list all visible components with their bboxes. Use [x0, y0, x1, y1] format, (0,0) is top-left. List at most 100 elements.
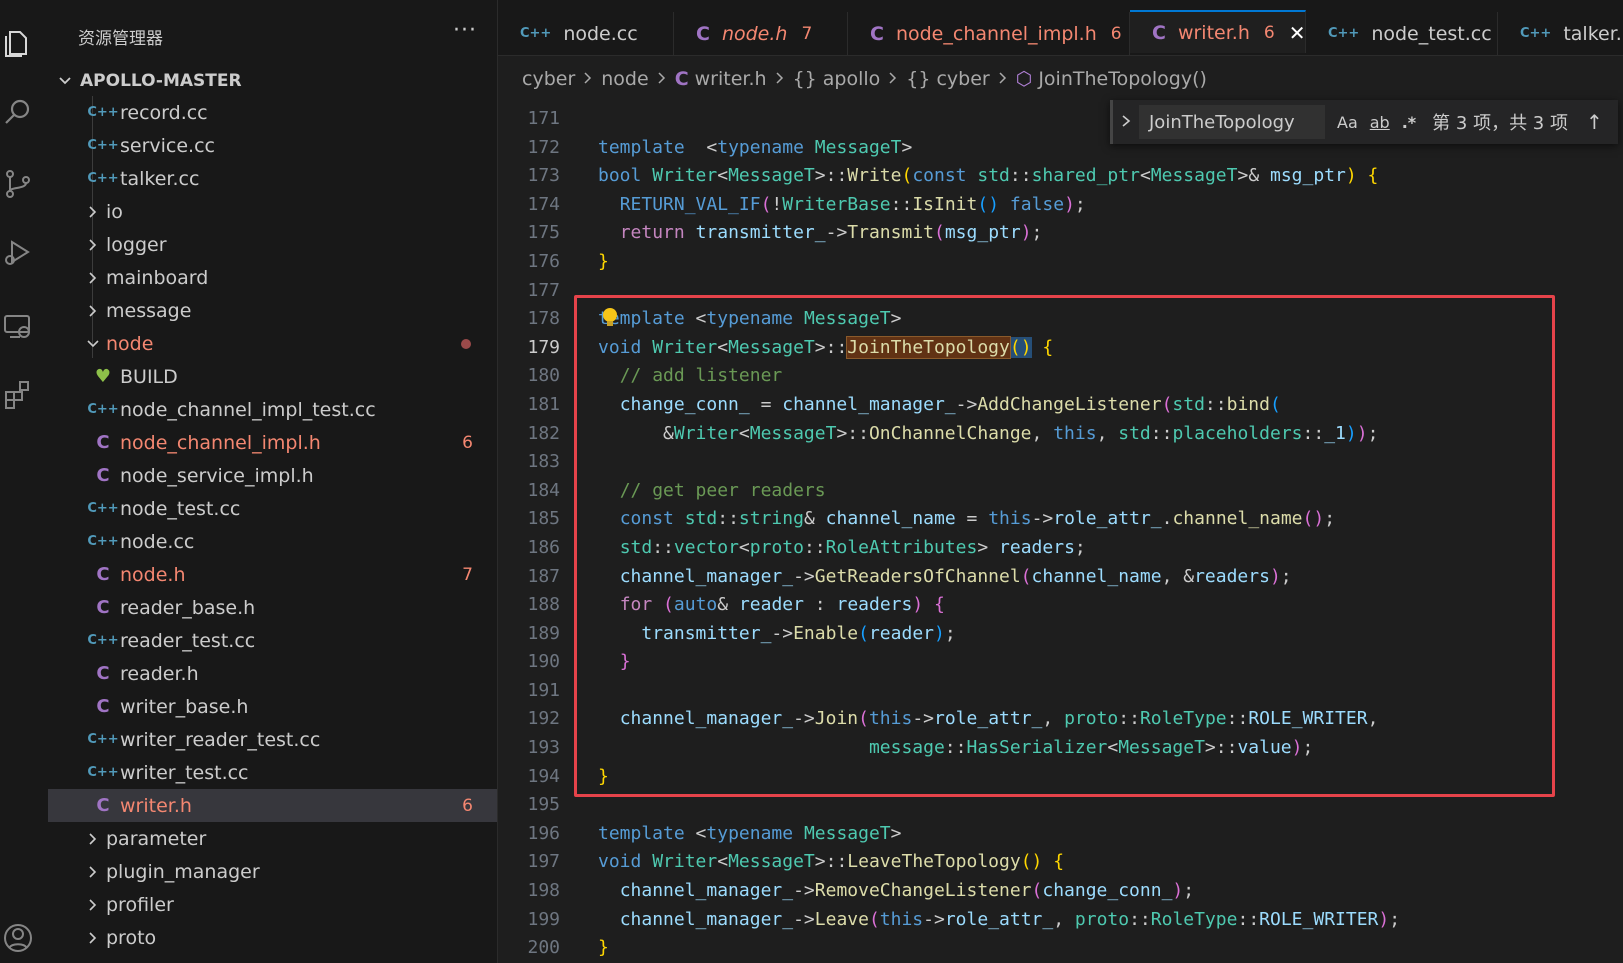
code-line[interactable]: [598, 791, 1400, 820]
file-item[interactable]: C++ service.cc: [48, 129, 497, 162]
file-item[interactable]: Creader.h: [48, 657, 497, 690]
extensions-icon[interactable]: [0, 374, 36, 414]
file-item[interactable]: C++ node.cc: [48, 525, 497, 558]
file-item[interactable]: C++ node_channel_impl_test.cc: [48, 393, 497, 426]
code-line[interactable]: std::vector<proto::RoleAttributes> reade…: [598, 534, 1400, 563]
file-item[interactable]: Cnode.h 7: [48, 558, 497, 591]
file-item[interactable]: Creader_base.h: [48, 591, 497, 624]
regex-toggle[interactable]: .*: [1402, 113, 1416, 132]
folder-item[interactable]: node: [48, 327, 497, 360]
code-line[interactable]: // get peer readers: [598, 477, 1400, 506]
code-token: ::: [1118, 708, 1140, 730]
code-content[interactable]: template <typename MessageT> bool Writer<…: [598, 105, 1400, 963]
code-line[interactable]: channel_manager_->RemoveChangeListener(c…: [598, 877, 1400, 906]
file-item[interactable]: C++ talker.cc: [48, 162, 497, 195]
code-token: ): [1356, 422, 1368, 444]
breadcrumb-item[interactable]: cyber: [522, 68, 575, 90]
code-line[interactable]: [598, 277, 1400, 306]
account-icon[interactable]: [0, 918, 36, 958]
explorer-icon[interactable]: [0, 24, 36, 64]
search-icon[interactable]: [0, 92, 36, 132]
workspace-root[interactable]: APOLLO-MASTER: [54, 68, 242, 94]
code-line[interactable]: template <typename MessageT>: [598, 305, 1400, 334]
code-line[interactable]: message::HasSerializer<MessageT>::value)…: [598, 734, 1400, 763]
code-line[interactable]: template <typename MessageT>: [598, 820, 1400, 849]
code-line[interactable]: channel_manager_->GetReadersOfChannel(ch…: [598, 563, 1400, 592]
breadcrumb-item[interactable]: writer.h: [695, 68, 767, 90]
breadcrumb-item[interactable]: apollo: [823, 68, 881, 90]
editor-tab[interactable]: Cwriter.h 6 ✕: [1130, 10, 1306, 53]
code-line[interactable]: // add listener: [598, 362, 1400, 391]
code-token: vector: [673, 536, 739, 558]
code-line[interactable]: }: [598, 248, 1400, 277]
code-line[interactable]: [598, 448, 1400, 477]
code-line[interactable]: &Writer<MessageT>::OnChannelChange, this…: [598, 420, 1400, 449]
source-control-icon[interactable]: [0, 164, 36, 204]
code-line[interactable]: RETURN_VAL_IF(!WriterBase::IsInit() fals…: [598, 191, 1400, 220]
editor-tab[interactable]: Cnode_channel_impl.h 6: [848, 12, 1130, 55]
code-token: >: [890, 308, 902, 330]
folder-item[interactable]: profiler: [48, 888, 497, 921]
file-tree-label: plugin_manager: [106, 860, 260, 883]
code-line[interactable]: channel_manager_->Leave(this->role_attr_…: [598, 906, 1400, 935]
run-debug-icon[interactable]: [0, 232, 36, 272]
code-line[interactable]: const std::string& channel_name = this->…: [598, 505, 1400, 534]
code-token: role_attr_: [934, 708, 1043, 730]
code-line[interactable]: for (auto& reader : readers) {: [598, 591, 1400, 620]
folder-item[interactable]: proto: [48, 921, 497, 954]
file-item[interactable]: Cwriter.h 6: [48, 789, 497, 822]
line-number: 190: [527, 651, 560, 673]
editor-tab[interactable]: C++ talker.: [1498, 12, 1623, 55]
editor-tab[interactable]: Cnode.h 7: [674, 12, 848, 55]
file-item[interactable]: C++ record.cc: [48, 96, 497, 129]
code-line[interactable]: [598, 677, 1400, 706]
code-line[interactable]: }: [598, 934, 1400, 963]
toggle-replace-icon[interactable]: [1113, 112, 1139, 133]
code-editor[interactable]: 171 172 173 174 175 176 177 178 179 180 181 182 183 1…: [498, 96, 1623, 963]
breadcrumb-item[interactable]: node: [601, 68, 648, 90]
folder-item[interactable]: message: [48, 294, 497, 327]
file-item[interactable]: C++ reader_test.cc: [48, 624, 497, 657]
remote-explorer-icon[interactable]: [0, 306, 36, 346]
line-number: 189: [527, 622, 560, 644]
file-item[interactable]: Cwriter_base.h: [48, 690, 497, 723]
lightbulb-icon[interactable]: [603, 308, 617, 326]
code-line[interactable]: change_conn_ = channel_manager_->AddChan…: [598, 391, 1400, 420]
breadcrumb-item[interactable]: JoinTheTopology(): [1038, 68, 1207, 90]
code-line[interactable]: channel_manager_->Join(this->role_attr_,…: [598, 705, 1400, 734]
find-input[interactable]: JoinTheTopology: [1139, 105, 1325, 139]
code-line[interactable]: bool Writer<MessageT>::Write(const std::…: [598, 162, 1400, 191]
code-line[interactable]: void Writer<MessageT>::JoinTheTopology()…: [598, 334, 1400, 363]
editor-tab[interactable]: C++ node.cc: [498, 12, 674, 55]
code-line[interactable]: }: [598, 648, 1400, 677]
code-line[interactable]: void Writer<MessageT>::LeaveTheTopology(…: [598, 848, 1400, 877]
file-item[interactable]: C++ node_test.cc: [48, 492, 497, 525]
folder-item[interactable]: parameter: [48, 822, 497, 855]
folder-item[interactable]: mainboard: [48, 261, 497, 294]
folder-item[interactable]: plugin_manager: [48, 855, 497, 888]
editor-tab[interactable]: C++ node_test.cc: [1306, 12, 1498, 55]
c-header-icon: C: [96, 465, 110, 486]
file-item[interactable]: C++ writer_test.cc: [48, 756, 497, 789]
more-actions-icon[interactable]: ···: [453, 18, 477, 43]
code-line[interactable]: transmitter_->Enable(reader);: [598, 620, 1400, 649]
code-token: value: [1237, 737, 1292, 759]
previous-match-button[interactable]: ↑: [1586, 110, 1603, 134]
close-icon[interactable]: ✕: [1289, 21, 1306, 45]
whole-word-toggle[interactable]: ab: [1370, 113, 1390, 132]
folder-item[interactable]: io: [48, 195, 497, 228]
file-item[interactable]: ♥ BUILD: [48, 360, 497, 393]
cpp-file-icon: C++: [87, 402, 119, 417]
code-line[interactable]: }: [598, 763, 1400, 792]
folder-item[interactable]: logger: [48, 228, 497, 261]
file-item[interactable]: Cnode_channel_impl.h 6: [48, 426, 497, 459]
match-case-toggle[interactable]: Aa: [1337, 113, 1358, 132]
file-item[interactable]: C++ writer_reader_test.cc: [48, 723, 497, 756]
code-line[interactable]: return transmitter_->Transmit(msg_ptr);: [598, 219, 1400, 248]
breadcrumb-item[interactable]: cyber: [936, 68, 989, 90]
file-item[interactable]: Cnode_service_impl.h: [48, 459, 497, 492]
